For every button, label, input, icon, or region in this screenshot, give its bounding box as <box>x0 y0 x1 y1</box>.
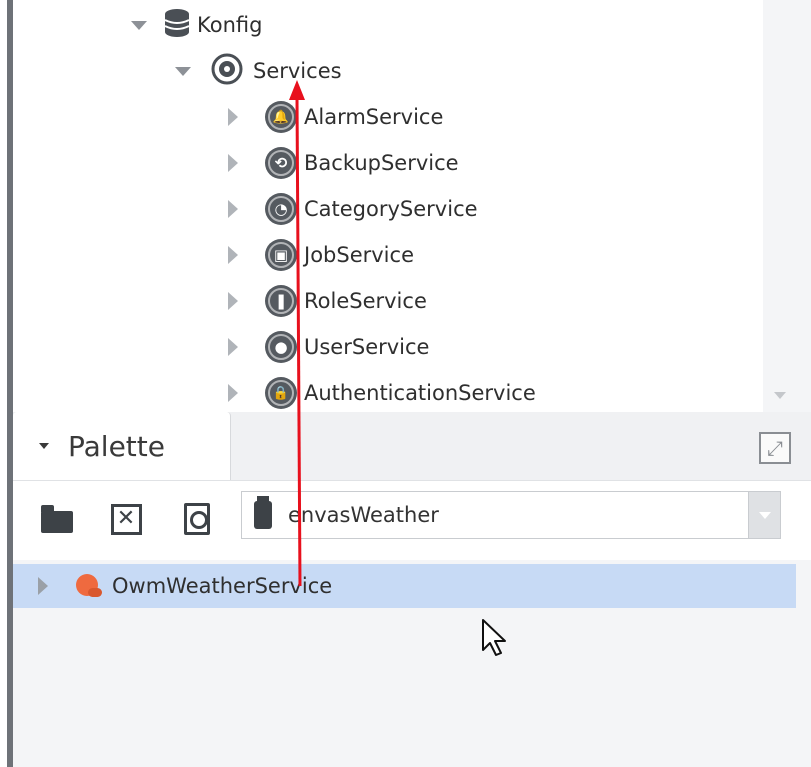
lock-icon: 🔒 <box>265 377 297 409</box>
database-icon <box>163 8 191 42</box>
tree-node-services[interactable]: Services <box>175 51 342 91</box>
collapsed-arrow-icon[interactable] <box>228 200 238 218</box>
tree-label-authenticationservice: AuthenticationService <box>304 381 536 405</box>
tree-node-konfig[interactable]: Konfig <box>131 5 262 45</box>
tree-label-roleservice: RoleService <box>304 289 427 313</box>
chevron-down-icon <box>758 511 771 519</box>
weather-icon <box>74 574 102 598</box>
module-jar-icon <box>254 496 272 529</box>
tree-node-alarmservice[interactable]: 🔔 AlarmService <box>228 97 443 137</box>
open-folder-button[interactable] <box>39 501 75 537</box>
expanded-arrow-icon[interactable] <box>175 66 191 76</box>
palette-item-owmweatherservice[interactable]: OwmWeatherService <box>13 564 796 608</box>
nav-tree: Konfig Services 🔔 AlarmService ⟲ BackupS… <box>13 0 811 412</box>
scroll-down-arrow-icon[interactable] <box>774 392 786 399</box>
tree-label-alarmservice: AlarmService <box>304 105 444 129</box>
tree-label-services: Services <box>253 59 342 83</box>
job-icon: ▣ <box>265 239 297 271</box>
collapsed-arrow-icon[interactable] <box>228 338 238 356</box>
tree-node-roleservice[interactable]: ❚ RoleService <box>228 281 427 321</box>
expanded-arrow-icon[interactable] <box>131 20 147 30</box>
close-box-icon: ✕ <box>110 503 142 535</box>
tree-label-jobservice: JobService <box>304 243 414 267</box>
tree-label-konfig: Konfig <box>197 13 263 37</box>
collapsed-arrow-icon[interactable] <box>228 384 238 402</box>
backup-clock-icon: ⟲ <box>265 147 297 179</box>
palette-title: Palette <box>68 429 165 463</box>
palette-panel: Palette ⤢ ✕ envasWeather OwmWeatherServi… <box>13 412 811 767</box>
services-icon <box>211 53 243 89</box>
folder-icon <box>41 505 73 533</box>
user-icon: ● <box>265 331 297 363</box>
collapsed-arrow-icon[interactable] <box>228 108 238 126</box>
tree-label-userservice: UserService <box>304 335 430 359</box>
collapsed-arrow-icon[interactable] <box>228 154 238 172</box>
tree-scrollbar[interactable] <box>763 0 811 412</box>
find-button[interactable] <box>179 501 215 537</box>
tree-node-backupservice[interactable]: ⟲ BackupService <box>228 143 459 183</box>
collapsed-arrow-icon[interactable] <box>38 577 48 595</box>
collapsed-arrow-icon[interactable] <box>228 246 238 264</box>
collapse-caret-icon[interactable] <box>39 443 49 449</box>
palette-tab[interactable]: Palette <box>13 412 231 480</box>
bell-icon: 🔔 <box>265 101 297 133</box>
palette-item-label: OwmWeatherService <box>112 574 333 598</box>
collapsed-arrow-icon[interactable] <box>228 292 238 310</box>
category-icon: ◔ <box>265 193 297 225</box>
close-palette-button[interactable]: ✕ <box>108 501 144 537</box>
tree-node-categoryservice[interactable]: ◔ CategoryService <box>228 189 478 229</box>
module-select-value: envasWeather <box>288 503 439 527</box>
tree-label-backupservice: BackupService <box>304 151 459 175</box>
module-select[interactable]: envasWeather <box>241 491 781 539</box>
select-dropdown-button[interactable] <box>748 492 780 538</box>
tree-label-categoryservice: CategoryService <box>304 197 478 221</box>
palette-list: OwmWeatherService <box>13 560 811 767</box>
search-document-icon <box>184 503 210 535</box>
palette-toolbar: ✕ envasWeather <box>13 480 811 560</box>
tree-node-authenticationservice[interactable]: 🔒 AuthenticationService <box>228 373 536 413</box>
maximize-icon[interactable]: ⤢ <box>759 432 791 464</box>
role-icon: ❚ <box>265 285 297 317</box>
tree-node-userservice[interactable]: ● UserService <box>228 327 429 367</box>
tree-node-jobservice[interactable]: ▣ JobService <box>228 235 414 275</box>
